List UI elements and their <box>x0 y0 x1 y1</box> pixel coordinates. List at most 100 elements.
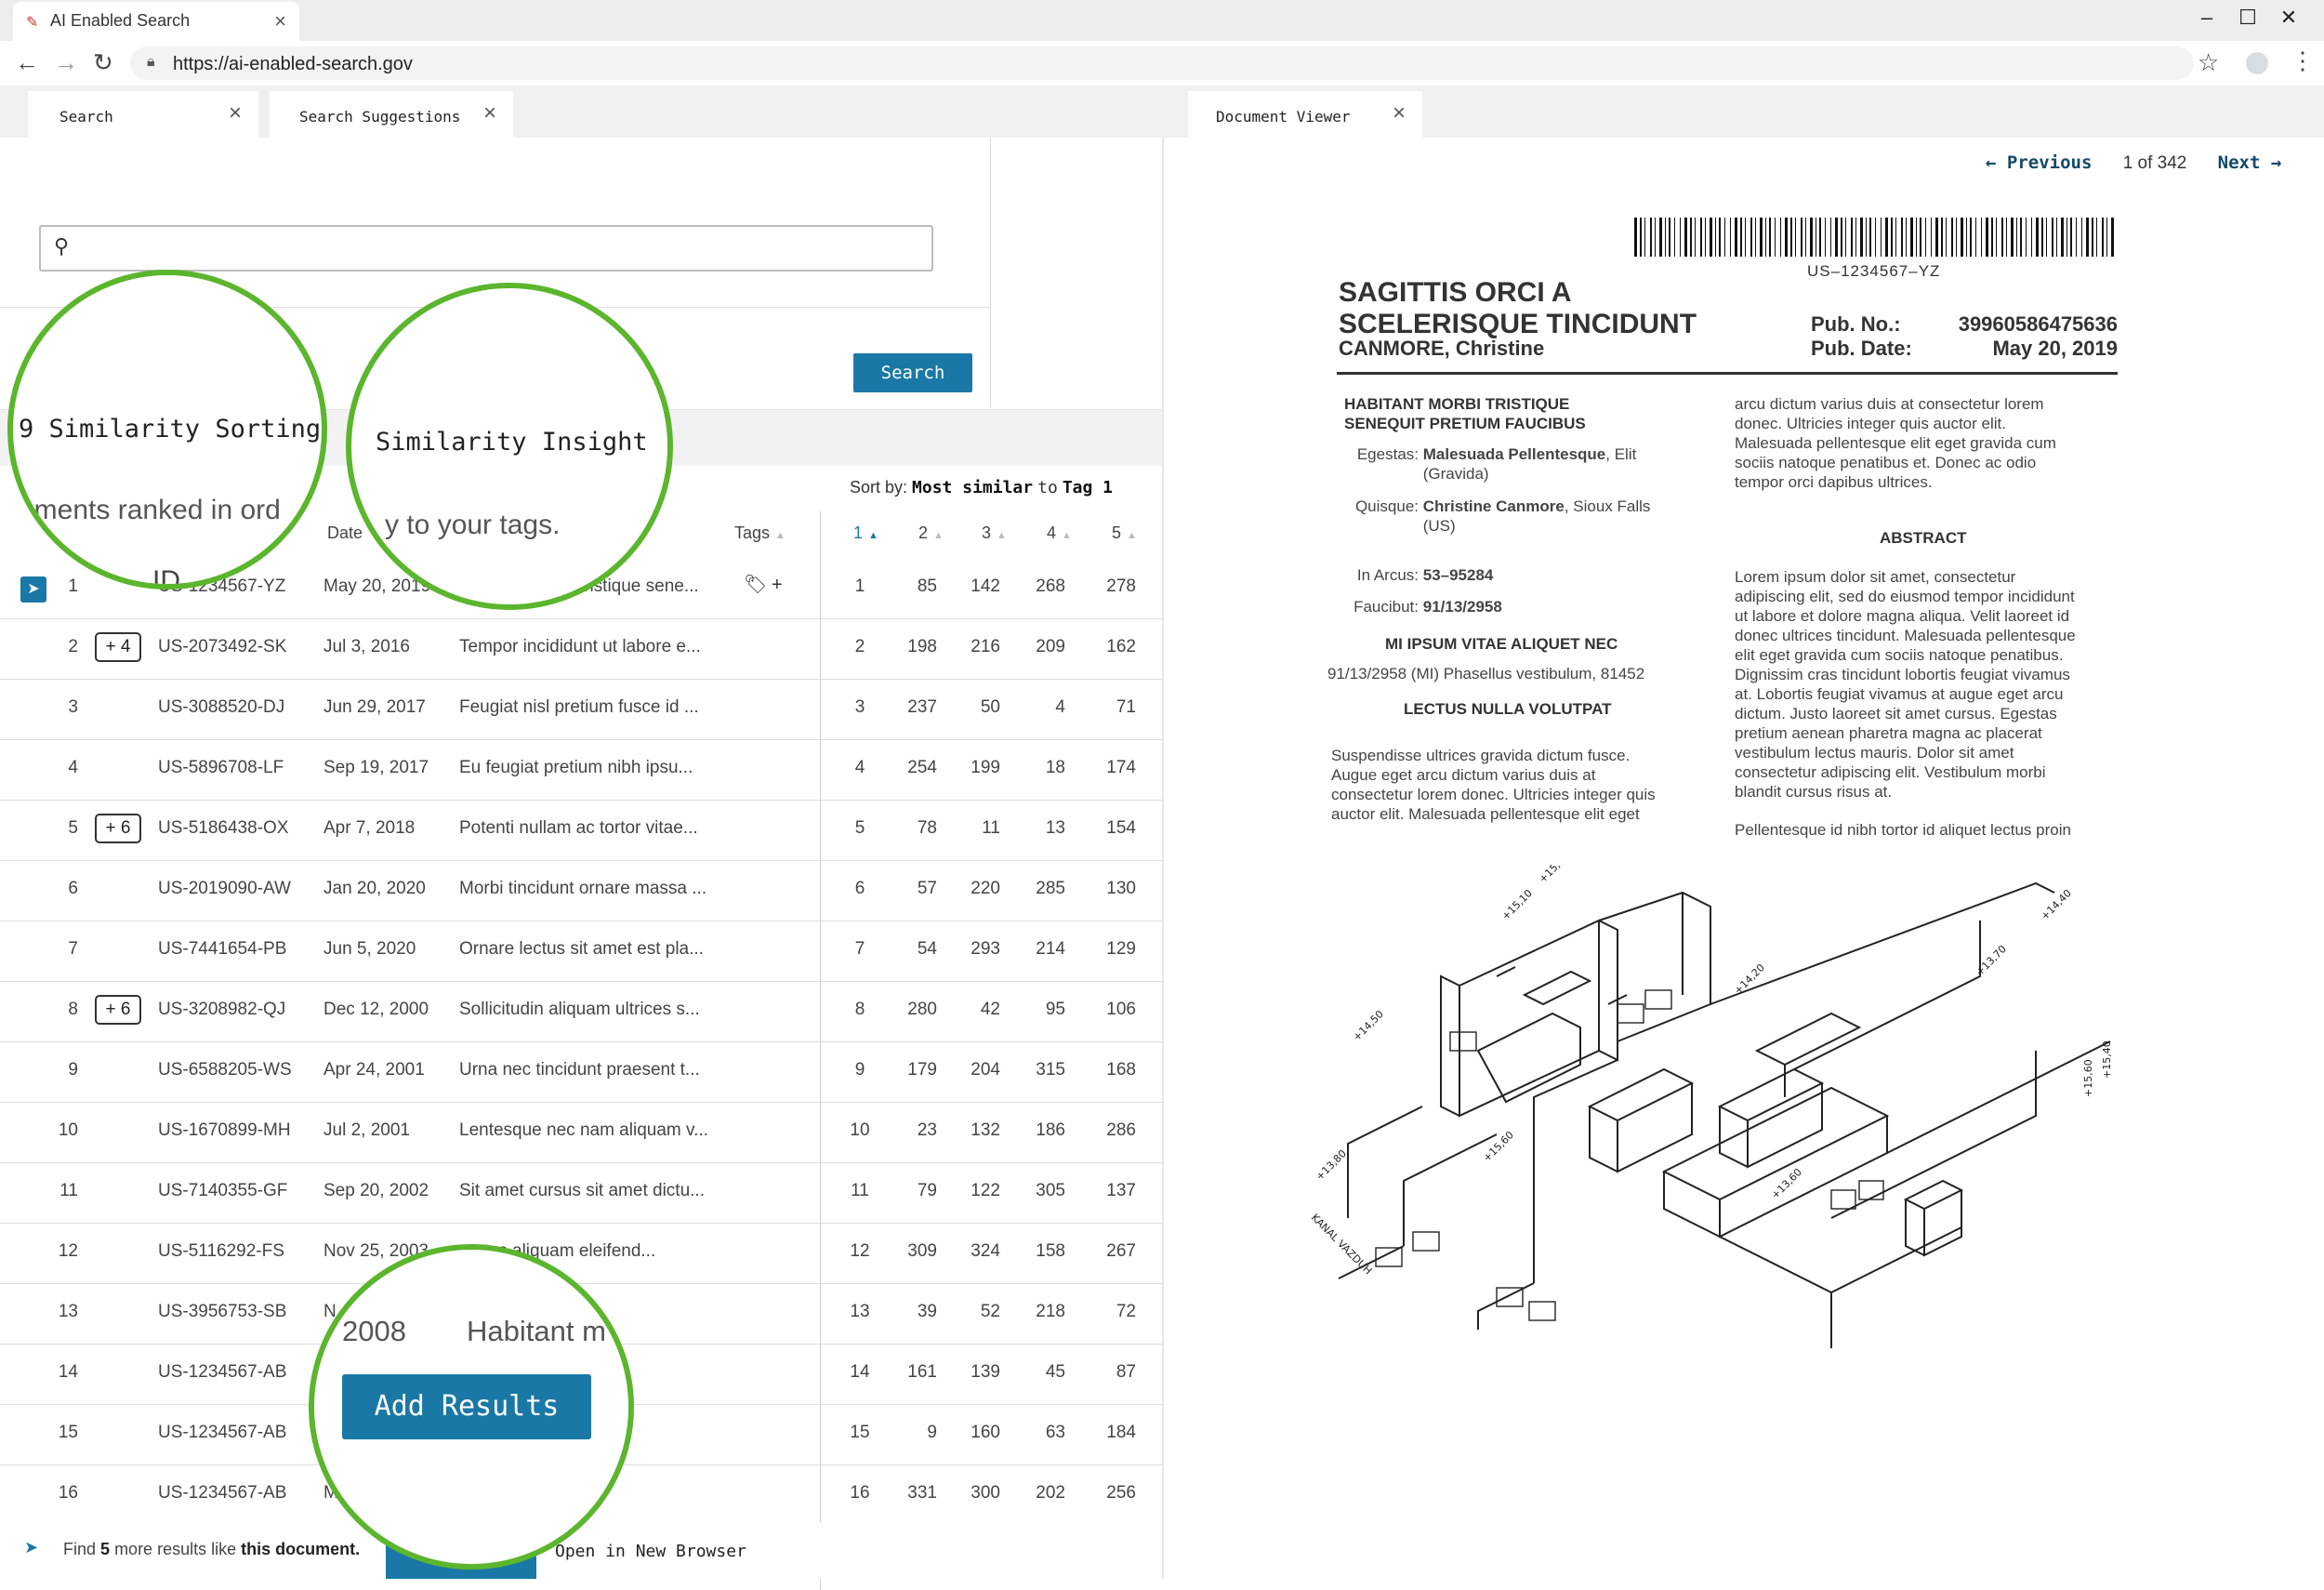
barcode-bar <box>1855 218 1856 257</box>
patent-title[interactable]: Morbi tincidunt ornare massa ... <box>459 879 724 899</box>
header-rule <box>1337 372 2118 375</box>
add-tag-icon[interactable]: + <box>772 575 783 596</box>
patent-id[interactable]: US-2019090-AW <box>158 879 291 899</box>
tab-search[interactable]: Search × <box>28 91 258 138</box>
similarity-rank: 78 <box>917 818 937 838</box>
group-count-badge[interactable]: + 4 <box>95 632 141 662</box>
previous-button[interactable]: ← Previous <box>1986 152 2092 173</box>
patent-title[interactable]: Sollicitudin aliquam ultrices s... <box>459 1000 724 1020</box>
bookmark-star-icon[interactable]: ☆ <box>2198 48 2219 77</box>
table-row[interactable]: 10 US-1670899-MH Jul 2, 2001 Lentesque nec … <box>0 1102 1162 1163</box>
barcode-bar <box>1724 218 1725 257</box>
search-input[interactable]: ⚲ <box>39 225 933 272</box>
table-row[interactable]: 7 US-7441654-PB Jun 5, 2020 Ornare lectus s… <box>0 921 1162 982</box>
patent-id[interactable]: US-3956753-SB <box>158 1302 286 1322</box>
maximize-icon[interactable]: ☐ <box>2227 6 2268 30</box>
field-value-bold: Christine Canmore <box>1422 497 1565 515</box>
barcode-bar <box>2081 218 2082 257</box>
next-button[interactable]: Next → <box>2218 152 2282 173</box>
group-count-badge[interactable]: + 6 <box>95 995 141 1025</box>
tab-document-viewer[interactable]: Document Viewer × <box>1188 91 1422 138</box>
patent-id[interactable]: US-1234567-AB <box>158 1362 286 1383</box>
barcode-bar <box>1951 218 1953 257</box>
close-window-icon[interactable]: ✕ <box>2268 6 2309 30</box>
barcode-bar <box>1690 218 1692 257</box>
table-row[interactable]: 4 US-5896708-LF Sep 19, 2017 Eu feugiat pre… <box>0 739 1162 801</box>
patent-id[interactable]: US-1234567-AB <box>158 1423 286 1443</box>
forward-icon[interactable]: → <box>54 48 78 77</box>
column-header-date[interactable]: Date <box>327 523 363 543</box>
patent-id[interactable]: US-6588205-WS <box>158 1060 292 1080</box>
patent-title[interactable]: Potenti nullam ac tortor vitae... <box>459 818 724 839</box>
similarity-rank: 220 <box>971 879 1000 898</box>
reload-icon[interactable]: ↻ <box>93 48 113 77</box>
patent-id[interactable]: US-7140355-GF <box>158 1181 287 1201</box>
patent-id[interactable]: US-2073492-SK <box>158 637 286 657</box>
similarity-rank: 50 <box>980 697 1000 717</box>
barcode-bar <box>1946 218 1947 257</box>
patent-id[interactable]: US-3208982-QJ <box>158 1000 285 1020</box>
column-header-sim-2[interactable]: 2 ▲ <box>918 523 944 543</box>
sort-value[interactable]: Most similar <box>912 478 1033 497</box>
url-field[interactable]: 🔒︎ https://ai-enabled-search.gov <box>130 46 2194 80</box>
table-row[interactable]: 6 US-2019090-AW Jan 20, 2020 Morbi tincidun… <box>0 860 1162 921</box>
sort-arrow-icon: ▲ <box>933 530 944 541</box>
table-row[interactable]: 5 + 6 US-5186438-OX Apr 7, 2018 Potenti null… <box>0 800 1162 861</box>
patent-title[interactable]: Urna nec tincidunt praesent t... <box>459 1060 724 1080</box>
patent-id[interactable]: US-5186438-OX <box>158 818 288 839</box>
sim-header-label: 1 <box>853 523 864 542</box>
field-value-bold: 53–95284 <box>1422 566 1494 584</box>
tag-icon[interactable]: 🏷︎ <box>744 573 767 596</box>
barcode-id: US–1234567–YZ <box>1807 262 1941 280</box>
table-row[interactable]: 8 + 6 US-3208982-QJ Dec 12, 2000 Sollicitudi… <box>0 981 1162 1042</box>
patent-id[interactable]: US-3088520-DJ <box>158 697 284 718</box>
patent-title[interactable]: Eu feugiat pretium nibh ipsu... <box>459 758 724 778</box>
patent-id[interactable]: US-7441654-PB <box>158 939 286 960</box>
drawing-label: +14,50 <box>1351 1008 1386 1043</box>
table-row[interactable]: 2 + 4 US-2073492-SK Jul 3, 2016 Tempor incid… <box>0 618 1162 680</box>
back-icon[interactable]: ← <box>15 48 39 77</box>
tab-search-suggestions[interactable]: Search Suggestions × <box>270 91 513 138</box>
patent-id[interactable]: US-5896708-LF <box>158 758 284 778</box>
patent-id[interactable]: US-1670899-MH <box>158 1120 291 1141</box>
patent-id[interactable]: US-5116292-FS <box>158 1241 284 1262</box>
patent-title[interactable]: Tempor incididunt ut labore e... <box>459 637 724 657</box>
patent-title[interactable]: Lentesque nec nam aliquam v... <box>459 1120 724 1141</box>
browser-menu-icon[interactable]: ⋮ <box>2291 46 2315 75</box>
column-header-sim-1[interactable]: 1 ▲ <box>853 523 878 543</box>
table-row[interactable]: 12 US-5116292-FS Nov 25, 2003 metus aliquam… <box>0 1223 1162 1284</box>
similarity-rank: 13 <box>1045 818 1065 838</box>
open-in-new-browser-link[interactable]: Open in New Browser <box>555 1542 746 1561</box>
patent-id[interactable]: US-1234567-AB <box>158 1483 286 1504</box>
patent-title[interactable]: Sit amet cursus sit amet dictu... <box>459 1181 724 1201</box>
column-header-sim-4[interactable]: 4 ▲ <box>1047 523 1072 543</box>
close-icon[interactable]: × <box>229 100 242 126</box>
close-icon[interactable]: × <box>1393 100 1406 126</box>
drawing-label: +13,80 <box>1314 1147 1349 1183</box>
close-icon[interactable]: × <box>483 100 496 126</box>
barcode-bar <box>1745 218 1746 257</box>
patent-title[interactable]: Feugiat nisl pretium fusce id ... <box>459 697 724 718</box>
browser-tab[interactable]: ✎ AI Enabled Search × <box>13 2 299 41</box>
column-header-sim-3[interactable]: 3 ▲ <box>982 523 1007 543</box>
row-select-checkbox[interactable]: ➤ <box>20 576 46 603</box>
barcode-bar <box>1891 218 1893 257</box>
barcode-bar <box>1931 218 1932 257</box>
minimize-icon[interactable]: – <box>2186 6 2227 30</box>
barcode-bar <box>1956 218 1957 257</box>
add-results-button[interactable]: Add Results <box>342 1374 591 1439</box>
table-row[interactable]: 11 US-7140355-GF Sep 20, 2002 Sit amet curs… <box>0 1162 1162 1224</box>
table-row[interactable]: 3 US-3088520-DJ Jun 29, 2017 Feugiat nisl p… <box>0 679 1162 740</box>
close-tab-icon[interactable]: × <box>274 9 286 33</box>
column-header-sim-5[interactable]: 5 ▲ <box>1112 523 1137 543</box>
sort-control[interactable]: Sort by: Most similar to Tag 1 <box>850 478 1113 497</box>
search-button[interactable]: Search <box>853 353 972 392</box>
group-count-badge[interactable]: + 6 <box>95 814 141 843</box>
column-header-tags[interactable]: Tags ▲ <box>734 523 786 543</box>
profile-avatar[interactable] <box>2246 52 2268 74</box>
table-row[interactable]: 9 US-6588205-WS Apr 24, 2001 Urna nec tinci… <box>0 1041 1162 1103</box>
patent-title[interactable]: Ornare lectus sit amet est pla... <box>459 939 724 960</box>
sort-target[interactable]: Tag 1 <box>1063 478 1113 497</box>
similarity-rank: 285 <box>1036 879 1065 898</box>
similarity-rank: 300 <box>971 1483 1000 1503</box>
